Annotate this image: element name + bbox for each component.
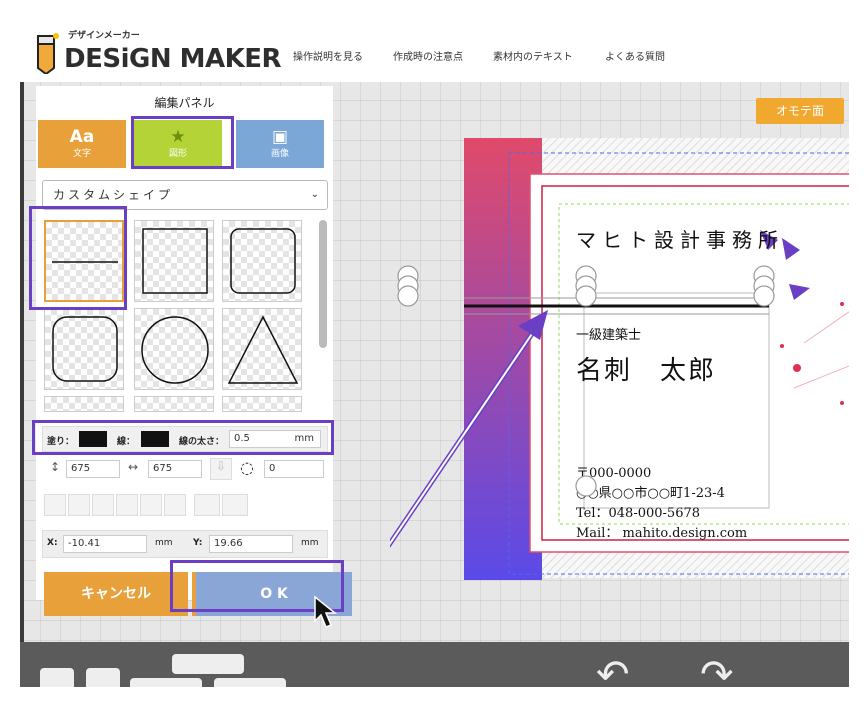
y-input[interactable]: 19.66 (209, 535, 293, 553)
bottom-toolbar: ↶ ↷ (20, 642, 849, 687)
height-input[interactable]: 675 (66, 460, 120, 478)
redo-icon[interactable]: ↷ (700, 652, 734, 687)
shape-category-value: カスタムシェイプ (53, 188, 174, 202)
tab-text[interactable]: Aa 文字 (38, 120, 126, 168)
x-unit: mm (155, 538, 173, 548)
shape-row-partial-3[interactable] (222, 396, 302, 412)
flip-vertical-icon[interactable] (222, 494, 248, 516)
move-up-button[interactable] (172, 654, 244, 674)
shape-square[interactable] (134, 220, 214, 302)
rotation-input[interactable]: 0 (264, 460, 324, 478)
stroke-width-value: 0.5 (234, 433, 250, 444)
width-input[interactable]: 675 (148, 460, 202, 478)
y-unit: mm (301, 538, 319, 548)
fill-color-swatch[interactable] (79, 431, 107, 447)
header: デザインメーカー DESiGN MAKER 操作説明を見る 作成時の注意点 素材… (20, 20, 849, 82)
alignment-toolbar (42, 494, 328, 518)
align-right-icon[interactable] (92, 494, 114, 516)
fill-stroke-row: 塗り： 線： 線の太さ： 0.5 mm (42, 426, 328, 452)
zoom-in-icon[interactable] (86, 668, 120, 687)
tab-shape[interactable]: ★ 図形 (134, 120, 222, 168)
shape-triangle[interactable] (222, 308, 302, 390)
logo-text: DESiGN MAKER (64, 44, 282, 74)
align-center-icon[interactable] (68, 494, 90, 516)
panel-title: 編集パネル (154, 96, 215, 110)
stroke-width-label: 線の太さ： (179, 437, 225, 447)
x-label: X: (47, 538, 58, 548)
stroke-width-input[interactable]: 0.5 mm (229, 430, 321, 448)
nav-faq[interactable]: よくある質問 (605, 48, 665, 63)
edit-panel: 編集パネル Aa 文字 ★ 図形 ▣ 画像 カスタムシェイプ ⌄ 塗り： 線： … (36, 86, 352, 616)
position-row: X: -10.41 mm Y: 19.66 mm (42, 530, 328, 558)
y-label: Y: (193, 538, 203, 548)
chevron-down-icon: ⌄ (310, 189, 319, 200)
shape-rounded-square[interactable] (222, 220, 302, 302)
tab-image-label: 画像 (270, 149, 289, 159)
align-bottom-icon[interactable] (164, 494, 186, 516)
shape-row-partial-2[interactable] (134, 396, 214, 412)
rotate-icon: ◌ (240, 458, 254, 477)
stroke-color-swatch[interactable] (141, 431, 169, 447)
logo-kana: デザインメーカー (68, 31, 140, 41)
nav-material-text[interactable]: 素材内のテキスト (493, 48, 573, 63)
align-left-icon[interactable] (44, 494, 66, 516)
tab-shape-label: 図形 (168, 149, 187, 159)
triangle-shape-icon (227, 315, 299, 384)
text-icon: Aa (69, 127, 95, 147)
rounded-square-large-shape-icon (52, 316, 118, 382)
fill-label: 塗り： (47, 437, 75, 447)
logo[interactable]: デザインメーカー DESiGN MAKER (32, 28, 292, 76)
tab-text-label: 文字 (72, 149, 91, 159)
cancel-button[interactable]: キャンセル (44, 572, 188, 616)
align-top-icon[interactable] (116, 494, 138, 516)
shape-circle[interactable] (134, 308, 214, 390)
star-icon: ★ (170, 127, 186, 147)
left-edge-bar (20, 20, 24, 687)
pencil-logo-icon (37, 33, 59, 74)
move-right-button[interactable] (214, 678, 286, 687)
zoom-out-icon[interactable] (40, 668, 74, 687)
size-row: ↕ 675 ↔ 675 ⇩ ◌ 0 (42, 458, 328, 482)
card-company-name[interactable]: マヒト設計事務所 (576, 224, 784, 253)
shape-row-partial-1[interactable] (44, 396, 124, 412)
tab-image[interactable]: ▣ 画像 (236, 120, 324, 168)
stroke-label: 線： (117, 437, 136, 447)
image-icon: ▣ (271, 127, 289, 147)
undo-icon[interactable]: ↶ (596, 652, 630, 687)
rounded-square-shape-icon (230, 228, 296, 294)
circle-shape-icon (141, 316, 209, 384)
front-side-badge[interactable]: オモテ面 (756, 98, 844, 124)
line-shape-icon (52, 261, 118, 263)
nav-operation-guide[interactable]: 操作説明を見る (293, 48, 363, 63)
shape-line[interactable] (44, 220, 124, 302)
stroke-width-unit: mm (294, 433, 314, 444)
shape-list-scrollbar[interactable] (319, 220, 327, 348)
shape-rounded-square-large[interactable] (44, 308, 124, 390)
shape-category-select[interactable]: カスタムシェイプ ⌄ (42, 180, 328, 210)
mouse-cursor-icon (314, 595, 338, 628)
flip-horizontal-icon[interactable] (194, 494, 220, 516)
square-shape-icon (142, 228, 208, 294)
x-input[interactable]: -10.41 (63, 535, 147, 553)
editor-app: デザインメーカー DESiGN MAKER 操作説明を見る 作成時の注意点 素材… (20, 20, 849, 687)
nav-cautions[interactable]: 作成時の注意点 (393, 48, 463, 63)
width-icon: ↔ (128, 460, 139, 474)
line-selection-handles (390, 265, 775, 548)
align-middle-icon[interactable] (140, 494, 162, 516)
move-left-button[interactable] (130, 678, 202, 687)
lock-icon[interactable]: ⇩ (210, 458, 232, 480)
height-icon: ↕ (50, 460, 61, 474)
